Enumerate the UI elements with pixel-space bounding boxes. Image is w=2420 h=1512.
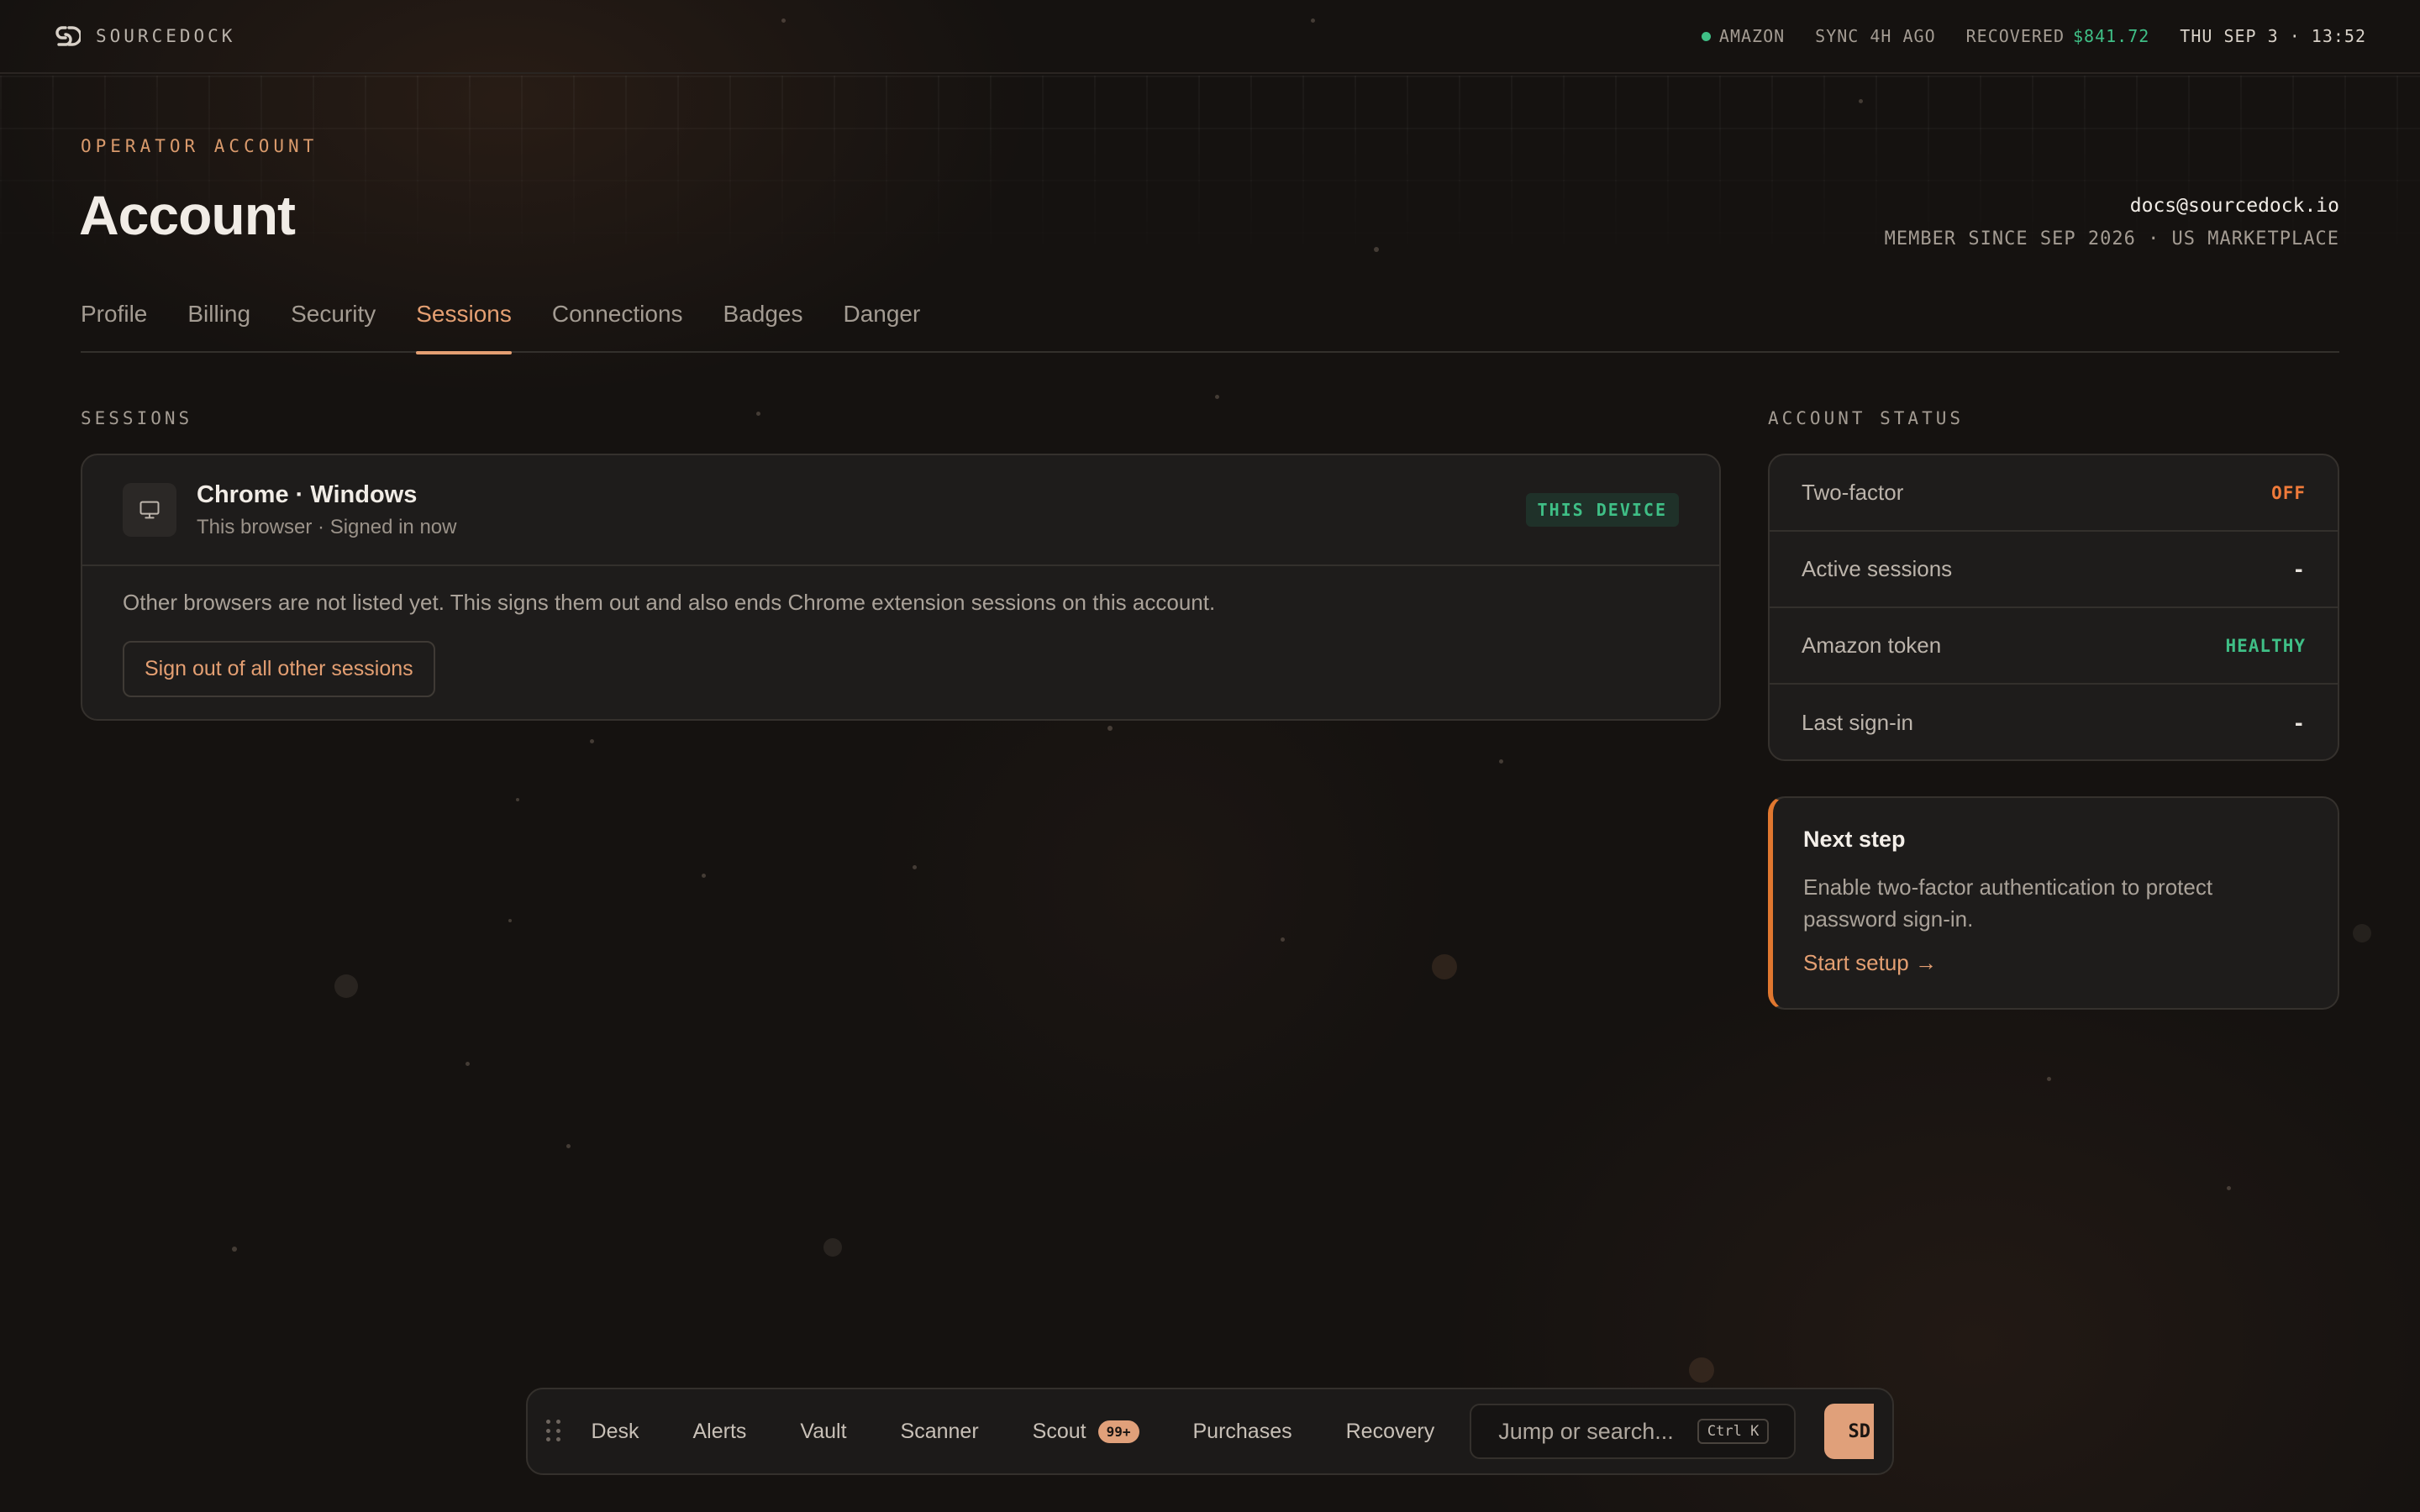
drag-handle-icon[interactable] bbox=[546, 1420, 563, 1443]
avatar[interactable]: SD bbox=[1824, 1404, 1874, 1459]
tab-billing[interactable]: Billing bbox=[187, 296, 250, 353]
bottom-dock: Desk Alerts Vault Scanner Scout 99+ Purc… bbox=[526, 1388, 1894, 1475]
tab-sessions[interactable]: Sessions bbox=[416, 296, 512, 354]
status-row-active-sessions: Active sessions - bbox=[1770, 532, 2338, 608]
status-label: Amazon token bbox=[1802, 633, 1942, 658]
online-dot-icon bbox=[1701, 31, 1711, 41]
dock-item-label: Scout bbox=[1032, 1419, 1086, 1443]
this-device-badge: THIS DEVICE bbox=[1525, 493, 1679, 527]
dock-item-purchases[interactable]: Purchases bbox=[1193, 1420, 1292, 1444]
session-info: Chrome · Windows This browser · Signed i… bbox=[197, 481, 1526, 539]
status-label: Two-factor bbox=[1802, 480, 1904, 505]
dock-item-label: Recovery bbox=[1345, 1419, 1435, 1443]
account-meta: docs@sourcedock.io MEMBER SINCE SEP 2026… bbox=[1885, 195, 2339, 249]
top-bar: SOURCEDOCK AMAZON SYNC 4H AGO RECOVERED … bbox=[0, 0, 2420, 74]
session-subtitle: This browser · Signed in now bbox=[197, 515, 457, 538]
active-sessions-value: - bbox=[2292, 557, 2306, 581]
scout-count-badge: 99+ bbox=[1097, 1420, 1139, 1443]
sessions-section-label: SESSIONS bbox=[81, 408, 193, 428]
jump-search-input[interactable]: Jump or search... Ctrl K bbox=[1470, 1404, 1797, 1459]
next-step-title: Next step bbox=[1803, 827, 1906, 852]
brand-name: SOURCEDOCK bbox=[96, 26, 236, 46]
amazon-token-value: HEALTHY bbox=[2225, 635, 2306, 656]
status-row-amazon-token: Amazon token HEALTHY bbox=[1770, 608, 2338, 685]
marketplace-status: AMAZON bbox=[1701, 26, 1786, 46]
tab-security[interactable]: Security bbox=[291, 296, 376, 353]
tab-danger[interactable]: Danger bbox=[843, 296, 920, 353]
status-label: Active sessions bbox=[1802, 556, 1953, 581]
dock-item-label: Purchases bbox=[1192, 1419, 1292, 1443]
page-title: Account bbox=[79, 184, 296, 246]
status-row-two-factor: Two-factor OFF bbox=[1770, 455, 2338, 532]
dock-item-alerts[interactable]: Alerts bbox=[692, 1420, 746, 1444]
top-status: AMAZON SYNC 4H AGO RECOVERED $841.72 THU… bbox=[1701, 26, 2366, 46]
sessions-note: Other browsers are not listed yet. This … bbox=[123, 590, 1216, 615]
next-step-card: Next step Enable two-factor authenticati… bbox=[1768, 796, 2339, 1010]
sync-status: SYNC 4H AGO bbox=[1815, 26, 1936, 46]
datetime: THU SEP 3 · 13:52 bbox=[2180, 26, 2366, 46]
last-sign-in-value: - bbox=[2292, 711, 2306, 735]
account-email: docs@sourcedock.io bbox=[2129, 195, 2339, 217]
two-factor-value: OFF bbox=[2271, 482, 2306, 503]
session-title: Chrome · Windows bbox=[197, 480, 418, 508]
tab-profile[interactable]: Profile bbox=[81, 296, 147, 353]
dock-item-desk[interactable]: Desk bbox=[592, 1420, 639, 1444]
tab-badges[interactable]: Badges bbox=[723, 296, 803, 353]
dock-item-scout[interactable]: Scout 99+ bbox=[1033, 1420, 1139, 1444]
member-since: MEMBER SINCE SEP 2026 · US MARKETPLACE bbox=[1884, 228, 2339, 249]
marketplace-label: AMAZON bbox=[1718, 26, 1786, 46]
current-session-row: Chrome · Windows This browser · Signed i… bbox=[82, 455, 1719, 566]
dock-item-label: Desk bbox=[591, 1419, 639, 1443]
status-row-last-sign-in: Last sign-in - bbox=[1770, 685, 2338, 759]
account-status-section-label: ACCOUNT STATUS bbox=[1768, 408, 1965, 428]
search-placeholder: Jump or search... bbox=[1498, 1418, 1674, 1444]
dock-item-label: Scanner bbox=[900, 1419, 979, 1443]
dock-item-recovery[interactable]: Recovery bbox=[1346, 1420, 1435, 1444]
recovered-label: RECOVERED bbox=[1965, 26, 2065, 46]
account-tabs: Profile Billing Security Sessions Connec… bbox=[81, 296, 2339, 354]
tab-connections[interactable]: Connections bbox=[552, 296, 683, 353]
sessions-body: Other browsers are not listed yet. This … bbox=[82, 566, 1719, 721]
monitor-icon bbox=[123, 483, 176, 537]
brand[interactable]: SOURCEDOCK bbox=[54, 23, 235, 50]
page-eyebrow: OPERATOR ACCOUNT bbox=[81, 136, 318, 156]
dock-item-label: Vault bbox=[800, 1419, 847, 1443]
account-status-card: Two-factor OFF Active sessions - Amazon … bbox=[1768, 454, 2339, 761]
search-shortcut-hint: Ctrl K bbox=[1697, 1419, 1770, 1444]
avatar-initials: SD bbox=[1848, 1420, 1870, 1442]
dock-item-vault[interactable]: Vault bbox=[800, 1420, 846, 1444]
recovered-value: $841.72 bbox=[2073, 26, 2150, 46]
sourcedock-logo-icon bbox=[55, 26, 81, 46]
dock-item-scanner[interactable]: Scanner bbox=[901, 1420, 979, 1444]
sessions-card: Chrome · Windows This browser · Signed i… bbox=[81, 454, 1721, 721]
next-step-description: Enable two-factor authentication to prot… bbox=[1803, 874, 2213, 932]
status-label: Last sign-in bbox=[1802, 710, 1913, 735]
dock-item-label: Alerts bbox=[692, 1419, 747, 1443]
sign-out-others-button[interactable]: Sign out of all other sessions bbox=[123, 641, 435, 697]
recovered-status: RECOVERED $841.72 bbox=[1966, 26, 2150, 46]
start-setup-link[interactable]: Start setup → bbox=[1803, 950, 1937, 976]
